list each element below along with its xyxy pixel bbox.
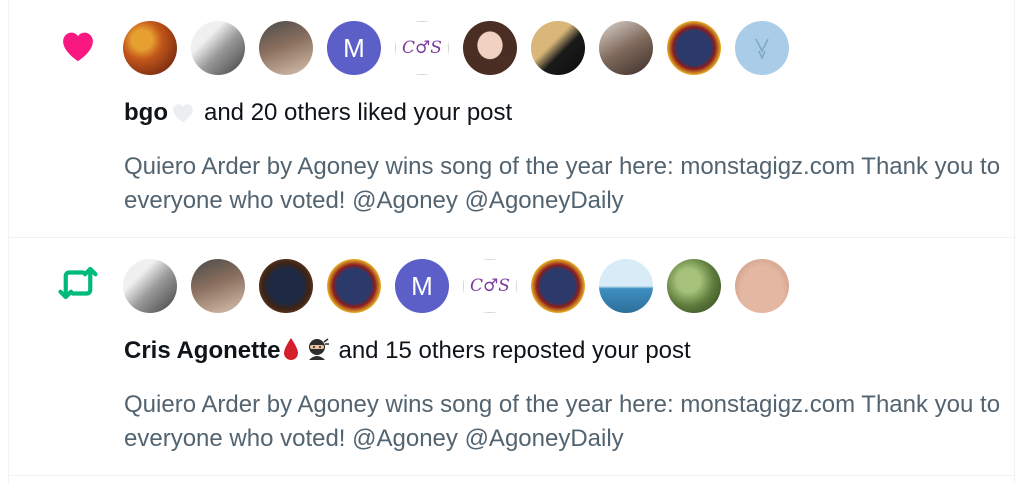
reposter-avatars: M C♂S [123, 259, 993, 313]
avatar-letter: M [395, 259, 449, 313]
repost-icon [57, 262, 99, 304]
actor-name[interactable]: bgo [124, 99, 168, 126]
white-heart-icon [170, 100, 196, 133]
notifications-feed: M C♂S bgo and 20 others liked your post Q… [8, 0, 1015, 483]
like-summary: bgo and 20 others liked your post [124, 97, 512, 133]
avatar-letter: M [327, 21, 381, 75]
avatar[interactable] [123, 21, 177, 75]
avatar[interactable] [735, 21, 789, 75]
avatar[interactable] [599, 259, 653, 313]
post-preview[interactable]: Quiero Arder by Agoney wins song of the … [124, 388, 1004, 456]
avatar[interactable] [531, 21, 585, 75]
heart-icon [57, 24, 99, 66]
summary-text: and 15 others reposted your post [338, 337, 691, 364]
avatar[interactable] [667, 21, 721, 75]
avatar[interactable]: M [395, 259, 449, 313]
like-notification[interactable]: M C♂S bgo and 20 others liked your post Q… [9, 0, 1015, 238]
repost-summary: Cris Agonette and 15 others reposted your… [124, 335, 691, 371]
avatar[interactable] [327, 259, 381, 313]
avatar[interactable] [463, 21, 517, 75]
avatar-logo-text: C♂S [463, 259, 517, 313]
actor-name[interactable]: Cris Agonette [124, 337, 280, 364]
repost-notification[interactable]: M C♂S Cris Agonette and 15 others reposte… [9, 238, 1015, 476]
post-preview[interactable]: Quiero Arder by Agoney wins song of the … [124, 150, 1004, 218]
avatar[interactable] [259, 259, 313, 313]
ninja-icon [304, 336, 330, 371]
avatar[interactable] [191, 259, 245, 313]
avatar[interactable]: C♂S [463, 259, 517, 313]
summary-text: and 20 others liked your post [203, 99, 513, 126]
liker-avatars: M C♂S [123, 21, 993, 75]
avatar[interactable] [735, 259, 789, 313]
avatar[interactable] [123, 259, 177, 313]
avatar-logo-text: C♂S [395, 21, 449, 75]
avatar[interactable]: C♂S [395, 21, 449, 75]
avatar[interactable] [531, 259, 585, 313]
avatar[interactable] [191, 21, 245, 75]
blood-drop-icon [282, 336, 300, 371]
avatar[interactable] [667, 259, 721, 313]
avatar[interactable] [259, 21, 313, 75]
avatar[interactable] [599, 21, 653, 75]
avatar[interactable]: M [327, 21, 381, 75]
